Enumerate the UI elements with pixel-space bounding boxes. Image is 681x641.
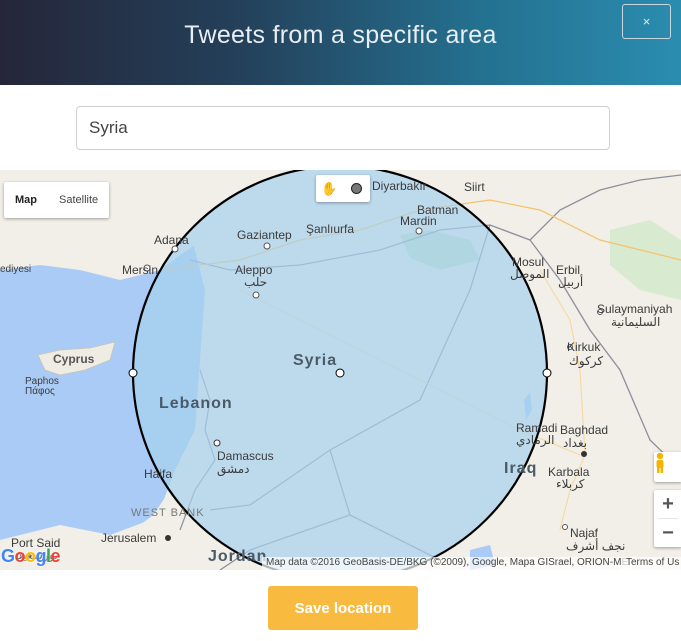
map-label: Baghdad: [560, 423, 609, 437]
map-label: دمشق: [217, 462, 250, 476]
zoom-control: + −: [654, 490, 681, 547]
map-label: Syria: [293, 352, 338, 369]
map-type-control: Map Satellite: [4, 182, 110, 218]
map-label: ediyesi: [0, 264, 32, 275]
dialog-header: Tweets from a specific area ×: [0, 0, 681, 85]
hand-icon[interactable]: ✋: [316, 175, 343, 202]
terms-of-use-link[interactable]: Terms of Us: [622, 557, 681, 570]
close-button[interactable]: ×: [622, 4, 671, 39]
google-logo: Google: [1, 546, 61, 566]
map-label: Mardin: [400, 214, 437, 228]
map-label: الموصل: [510, 267, 550, 281]
map-label: Haifa: [144, 467, 173, 481]
zoom-out-button[interactable]: −: [654, 519, 681, 547]
map-label: Jordan: [208, 548, 268, 565]
map-label: Jerusalem: [101, 531, 157, 545]
map-label: كركوك: [569, 354, 604, 368]
map-label: Gaziantep: [237, 228, 292, 242]
map-label: Kirkuk: [567, 340, 601, 354]
map-type-satellite-button[interactable]: Satellite: [48, 182, 109, 218]
map-label: بغداد: [563, 436, 588, 450]
location-search-input[interactable]: Syria: [76, 106, 610, 150]
circle-icon[interactable]: [343, 175, 370, 202]
map-label: نجف أشرف: [566, 539, 626, 553]
map-label: حلب: [244, 275, 268, 289]
map-label: Siirt: [464, 180, 485, 194]
drawing-toolbar: ✋: [316, 175, 370, 202]
map-label: السليمانية: [611, 315, 661, 329]
save-location-button[interactable]: Save location: [268, 586, 418, 630]
map-label: Adana: [154, 233, 189, 247]
street-view-pegman-icon[interactable]: [654, 452, 681, 482]
dialog-title: Tweets from a specific area: [184, 21, 497, 49]
map-label: Iraq: [504, 460, 538, 477]
map-label: Mersin: [122, 263, 159, 277]
map-label: كربلاء: [556, 477, 585, 491]
map-label: WEST BANK: [131, 507, 205, 519]
map-label: Cyprus: [53, 352, 95, 366]
map-label: أربيل: [558, 275, 584, 289]
map-label: Πάφος: [25, 386, 55, 397]
map-type-map-button[interactable]: Map: [4, 182, 48, 218]
map-label: Lebanon: [159, 395, 233, 412]
map-label: Najaf: [570, 526, 599, 540]
map-label: Şanlıurfa: [306, 222, 355, 236]
map-label: Damascus: [217, 449, 274, 463]
zoom-in-button[interactable]: +: [654, 490, 681, 518]
map-canvas[interactable]: Map Satellite ✋ Diyarbakır Siirt Batman …: [0, 170, 681, 570]
map-label: Sulaymaniyah: [597, 302, 673, 316]
map-label: Diyarbakır: [372, 179, 427, 193]
map-attribution: Map data ©2016 GeoBasis-DE/BKG (©2009), …: [262, 557, 633, 570]
map-label: الرمادي: [516, 433, 555, 447]
